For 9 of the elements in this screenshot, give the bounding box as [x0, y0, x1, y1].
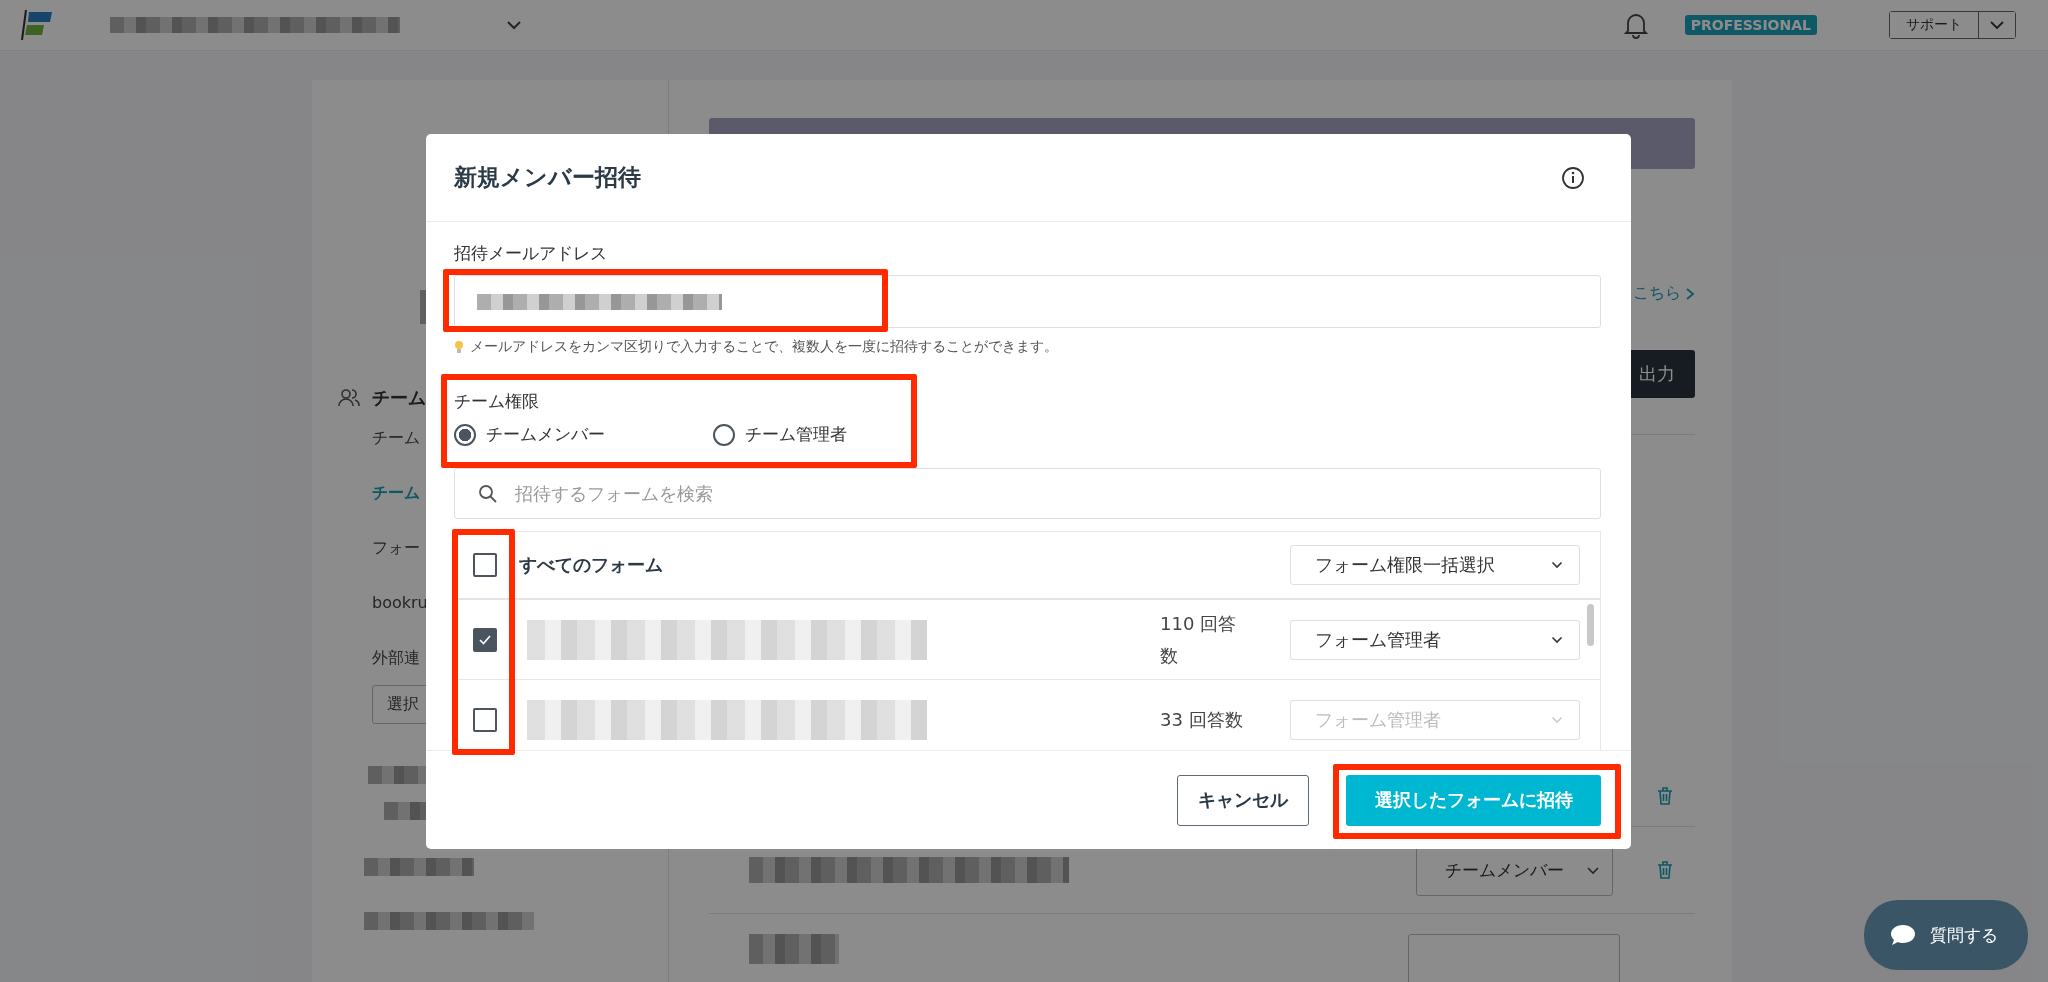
response-count: 33 回答数 [1160, 707, 1244, 732]
dialog-title: 新規メンバー招待 [454, 163, 641, 192]
field-label: チーム権限 [454, 390, 540, 413]
section-title: チーム [372, 386, 426, 410]
response-count: 110 回答数 [1160, 611, 1238, 668]
plan-badge: PROFESSIONAL [1684, 15, 1817, 35]
hint-text: メールアドレスをカンマ区切りで入力することで、複数人を一度に招待することができます。 [470, 338, 1058, 356]
all-forms-label: すべてのフォーム [519, 553, 663, 577]
field-label: 招待メールアドレス [454, 242, 608, 265]
